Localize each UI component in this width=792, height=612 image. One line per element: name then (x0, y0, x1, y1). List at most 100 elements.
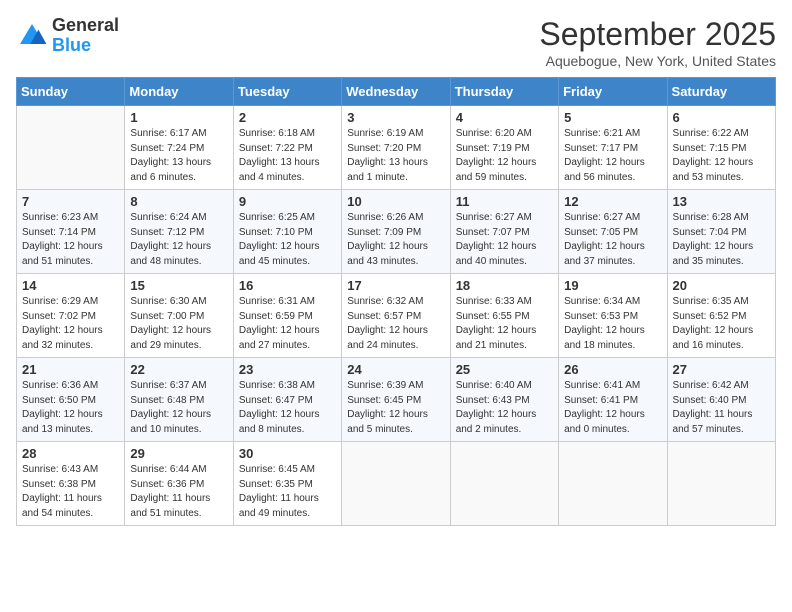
day-info: Sunrise: 6:28 AMSunset: 7:04 PMDaylight:… (673, 211, 770, 269)
day-info: Sunrise: 6:31 AMSunset: 6:59 PMDaylight:… (239, 295, 336, 353)
day-number: 20 (673, 278, 770, 293)
day-info: Sunrise: 6:35 AMSunset: 6:52 PMDaylight:… (673, 295, 770, 353)
day-number: 28 (22, 446, 119, 461)
day-info: Sunrise: 6:29 AMSunset: 7:02 PMDaylight:… (22, 295, 119, 353)
logo-blue-label: Blue (52, 36, 119, 56)
col-header-thursday: Thursday (450, 78, 558, 106)
day-info: Sunrise: 6:32 AMSunset: 6:57 PMDaylight:… (347, 295, 444, 353)
day-number: 7 (22, 194, 119, 209)
day-number: 15 (130, 278, 227, 293)
day-cell: 21 Sunrise: 6:36 AMSunset: 6:50 PMDayligh… (17, 358, 125, 442)
day-info: Sunrise: 6:36 AMSunset: 6:50 PMDaylight:… (22, 379, 119, 437)
day-number: 5 (564, 110, 661, 125)
day-number: 27 (673, 362, 770, 377)
day-info: Sunrise: 6:22 AMSunset: 7:15 PMDaylight:… (673, 127, 770, 185)
day-info: Sunrise: 6:33 AMSunset: 6:55 PMDaylight:… (456, 295, 553, 353)
logo-text: General Blue (52, 16, 119, 56)
day-number: 2 (239, 110, 336, 125)
day-cell (667, 442, 775, 526)
day-info: Sunrise: 6:19 AMSunset: 7:20 PMDaylight:… (347, 127, 444, 185)
day-cell: 10Sunrise: 6:26 AMSunset: 7:09 PMDayligh… (342, 190, 450, 274)
day-info: Sunrise: 6:40 AMSunset: 6:43 PMDaylight:… (456, 379, 553, 437)
day-cell: 26 Sunrise: 6:41 AMSunset: 6:41 PMDayligh… (559, 358, 667, 442)
day-cell: 3Sunrise: 6:19 AMSunset: 7:20 PMDaylight… (342, 106, 450, 190)
col-header-tuesday: Tuesday (233, 78, 341, 106)
month-title: September 2025 (539, 16, 776, 53)
day-cell (342, 442, 450, 526)
day-cell (559, 442, 667, 526)
day-info: Sunrise: 6:23 AMSunset: 7:14 PMDaylight:… (22, 211, 119, 269)
day-info: Sunrise: 6:17 AMSunset: 7:24 PMDaylight:… (130, 127, 227, 185)
day-cell: 15 Sunrise: 6:30 AMSunset: 7:00 PMDayligh… (125, 274, 233, 358)
day-number: 4 (456, 110, 553, 125)
day-cell: 29 Sunrise: 6:44 AMSunset: 6:36 PMDayligh… (125, 442, 233, 526)
day-info: Sunrise: 6:42 AMSunset: 6:40 PMDaylight:… (673, 379, 770, 437)
day-cell: 8 Sunrise: 6:24 AMSunset: 7:12 PMDaylight… (125, 190, 233, 274)
day-cell: 23Sunrise: 6:38 AMSunset: 6:47 PMDayligh… (233, 358, 341, 442)
day-info: Sunrise: 6:43 AMSunset: 6:38 PMDaylight:… (22, 463, 119, 521)
day-cell: 16 Sunrise: 6:31 AMSunset: 6:59 PMDayligh… (233, 274, 341, 358)
day-cell: 5Sunrise: 6:21 AMSunset: 7:17 PMDaylight… (559, 106, 667, 190)
day-cell: 19 Sunrise: 6:34 AMSunset: 6:53 PMDayligh… (559, 274, 667, 358)
day-number: 19 (564, 278, 661, 293)
col-header-wednesday: Wednesday (342, 78, 450, 106)
logo-general-label: General (52, 16, 119, 36)
calendar-body: 1 Sunrise: 6:17 AMSunset: 7:24 PMDaylight… (17, 106, 776, 526)
day-cell: 22Sunrise: 6:37 AMSunset: 6:48 PMDayligh… (125, 358, 233, 442)
calendar: SundayMondayTuesdayWednesdayThursdayFrid… (16, 77, 776, 526)
col-header-friday: Friday (559, 78, 667, 106)
day-number: 21 (22, 362, 119, 377)
logo: General Blue (16, 16, 119, 56)
day-number: 17 (347, 278, 444, 293)
day-number: 9 (239, 194, 336, 209)
day-number: 24 (347, 362, 444, 377)
title-area: September 2025 Aquebogue, New York, Unit… (539, 16, 776, 69)
day-cell: 9 Sunrise: 6:25 AMSunset: 7:10 PMDaylight… (233, 190, 341, 274)
week-row-5: 28 Sunrise: 6:43 AMSunset: 6:38 PMDayligh… (17, 442, 776, 526)
day-info: Sunrise: 6:27 AMSunset: 7:05 PMDaylight:… (564, 211, 661, 269)
day-cell: 7 Sunrise: 6:23 AMSunset: 7:14 PMDaylight… (17, 190, 125, 274)
day-info: Sunrise: 6:20 AMSunset: 7:19 PMDaylight:… (456, 127, 553, 185)
day-number: 8 (130, 194, 227, 209)
day-info: Sunrise: 6:34 AMSunset: 6:53 PMDaylight:… (564, 295, 661, 353)
day-cell (450, 442, 558, 526)
col-header-monday: Monday (125, 78, 233, 106)
header-row: SundayMondayTuesdayWednesdayThursdayFrid… (17, 78, 776, 106)
col-header-sunday: Sunday (17, 78, 125, 106)
day-cell: 4 Sunrise: 6:20 AMSunset: 7:19 PMDaylight… (450, 106, 558, 190)
day-cell: 12 Sunrise: 6:27 AMSunset: 7:05 PMDayligh… (559, 190, 667, 274)
week-row-1: 1 Sunrise: 6:17 AMSunset: 7:24 PMDaylight… (17, 106, 776, 190)
day-number: 16 (239, 278, 336, 293)
calendar-header: SundayMondayTuesdayWednesdayThursdayFrid… (17, 78, 776, 106)
day-cell: 14 Sunrise: 6:29 AMSunset: 7:02 PMDayligh… (17, 274, 125, 358)
day-info: Sunrise: 6:26 AMSunset: 7:09 PMDaylight:… (347, 211, 444, 269)
week-row-4: 21 Sunrise: 6:36 AMSunset: 6:50 PMDayligh… (17, 358, 776, 442)
day-number: 1 (130, 110, 227, 125)
day-number: 11 (456, 194, 553, 209)
day-cell: 6Sunrise: 6:22 AMSunset: 7:15 PMDaylight… (667, 106, 775, 190)
day-info: Sunrise: 6:37 AMSunset: 6:48 PMDaylight:… (130, 379, 227, 437)
day-number: 26 (564, 362, 661, 377)
day-number: 14 (22, 278, 119, 293)
day-info: Sunrise: 6:45 AMSunset: 6:35 PMDaylight:… (239, 463, 336, 521)
day-cell (17, 106, 125, 190)
day-number: 12 (564, 194, 661, 209)
day-info: Sunrise: 6:44 AMSunset: 6:36 PMDaylight:… (130, 463, 227, 521)
day-info: Sunrise: 6:24 AMSunset: 7:12 PMDaylight:… (130, 211, 227, 269)
day-cell: 20 Sunrise: 6:35 AMSunset: 6:52 PMDayligh… (667, 274, 775, 358)
day-cell: 13 Sunrise: 6:28 AMSunset: 7:04 PMDayligh… (667, 190, 775, 274)
logo-icon (16, 20, 48, 52)
day-cell: 17 Sunrise: 6:32 AMSunset: 6:57 PMDayligh… (342, 274, 450, 358)
day-info: Sunrise: 6:30 AMSunset: 7:00 PMDaylight:… (130, 295, 227, 353)
day-info: Sunrise: 6:25 AMSunset: 7:10 PMDaylight:… (239, 211, 336, 269)
day-info: Sunrise: 6:41 AMSunset: 6:41 PMDaylight:… (564, 379, 661, 437)
day-number: 18 (456, 278, 553, 293)
location-subtitle: Aquebogue, New York, United States (539, 53, 776, 69)
day-cell: 27 Sunrise: 6:42 AMSunset: 6:40 PMDayligh… (667, 358, 775, 442)
day-info: Sunrise: 6:27 AMSunset: 7:07 PMDaylight:… (456, 211, 553, 269)
day-number: 29 (130, 446, 227, 461)
col-header-saturday: Saturday (667, 78, 775, 106)
week-row-2: 7 Sunrise: 6:23 AMSunset: 7:14 PMDaylight… (17, 190, 776, 274)
day-cell: 18 Sunrise: 6:33 AMSunset: 6:55 PMDayligh… (450, 274, 558, 358)
day-number: 13 (673, 194, 770, 209)
